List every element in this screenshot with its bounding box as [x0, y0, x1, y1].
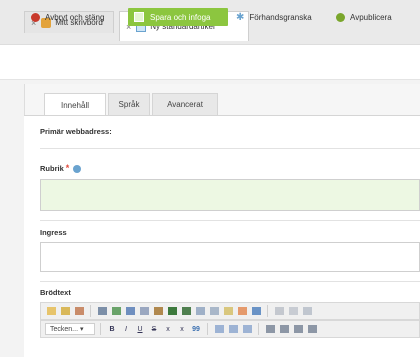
ingress-input[interactable]: [40, 242, 420, 272]
blockquote-button[interactable]: 99: [190, 324, 202, 335]
preview-label: Förhandsgranska: [249, 12, 312, 22]
tab-language[interactable]: Språk: [108, 93, 150, 115]
editor-toolbar-row-1: [40, 302, 420, 320]
primary-url-label: Primär webbadress:: [40, 127, 112, 136]
tab-advanced-label: Avancerat: [167, 100, 203, 109]
bullet-list-icon[interactable]: [227, 324, 239, 335]
italic-button[interactable]: I: [120, 324, 132, 335]
cancel-label: Avbryt och stäng: [45, 12, 105, 22]
separator: [90, 305, 91, 317]
save-icon: [134, 12, 144, 22]
numbered-list-icon[interactable]: [213, 324, 225, 335]
tab-content-label: Innehåll: [60, 101, 90, 110]
underline-button[interactable]: U: [134, 324, 146, 335]
divider: [40, 220, 420, 221]
align-right-icon[interactable]: [292, 324, 304, 335]
save-label: Spara och infoga: [150, 12, 211, 22]
undo-icon[interactable]: [96, 306, 108, 317]
copy-icon[interactable]: [59, 306, 71, 317]
image-icon[interactable]: [152, 306, 164, 317]
divider: [40, 148, 420, 149]
tab-language-label: Språk: [118, 100, 140, 109]
title-input[interactable]: [40, 179, 420, 211]
redo-icon[interactable]: [110, 306, 122, 317]
tab-advanced[interactable]: Avancerat: [152, 93, 218, 115]
title-label: Rubrik *: [40, 163, 82, 174]
email-icon[interactable]: [236, 306, 248, 317]
document-link-icon[interactable]: [222, 306, 234, 317]
superscript-button[interactable]: x: [176, 324, 188, 335]
align-justify-icon[interactable]: [306, 324, 318, 335]
link-icon[interactable]: [194, 306, 206, 317]
bold-button[interactable]: B: [106, 324, 118, 335]
action-toolbar: [0, 44, 420, 80]
subscript-button[interactable]: x: [162, 324, 174, 335]
frame-icon[interactable]: [250, 306, 262, 317]
separator: [207, 323, 208, 335]
tab-content[interactable]: Innehåll: [44, 93, 106, 117]
source-icon[interactable]: [45, 306, 57, 317]
replace-icon[interactable]: [138, 306, 150, 317]
special-char-icon[interactable]: [287, 306, 299, 317]
separator: [100, 323, 101, 335]
ingress-label: Ingress: [40, 228, 67, 237]
strikethrough-button[interactable]: S: [148, 324, 160, 335]
format-select-value: Tecken...: [50, 325, 79, 333]
separator: [267, 305, 268, 317]
align-left-icon[interactable]: [264, 324, 276, 335]
find-icon[interactable]: [124, 306, 136, 317]
preview-button[interactable]: ✱ Förhandsgranska: [236, 8, 312, 26]
format-select[interactable]: Tecken... ▾: [45, 323, 95, 335]
indent-icon[interactable]: [241, 324, 253, 335]
cancel-icon: [31, 12, 40, 22]
unpublish-button[interactable]: Avpublicera: [336, 8, 392, 26]
anchor-icon[interactable]: [208, 306, 220, 317]
unpublish-label: Avpublicera: [350, 12, 392, 22]
required-marker: *: [65, 163, 70, 173]
horizontal-rule-icon[interactable]: [273, 306, 285, 317]
help-icon[interactable]: [73, 165, 82, 174]
editor-toolbar-row-2: Tecken... ▾ B I U S x x 99: [40, 320, 420, 338]
title-label-text: Rubrik: [40, 164, 64, 173]
separator: [258, 323, 259, 335]
spellcheck-icon[interactable]: [301, 306, 313, 317]
preview-icon: ✱: [236, 11, 245, 23]
cancel-button[interactable]: Avbryt och stäng: [31, 8, 104, 26]
unpublish-icon: [336, 12, 345, 22]
divider: [40, 281, 420, 282]
table-icon[interactable]: [166, 306, 178, 317]
body-label: Brödtext: [40, 288, 71, 297]
paste-icon[interactable]: [73, 306, 85, 317]
align-center-icon[interactable]: [278, 324, 290, 335]
save-button[interactable]: Spara och infoga: [128, 8, 228, 26]
media-icon[interactable]: [180, 306, 192, 317]
